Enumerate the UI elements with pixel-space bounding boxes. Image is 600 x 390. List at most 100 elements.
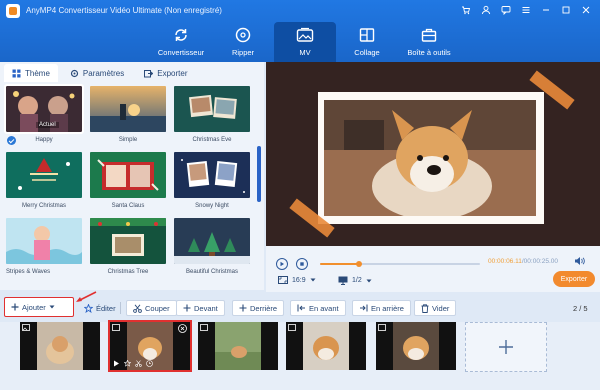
theme-card-snowy-night[interactable]: Snowy Night [174,152,250,218]
aspect-ratio-value: 16:9 [292,276,306,284]
export-button[interactable]: Exporter [553,271,595,287]
play-button[interactable] [276,258,288,270]
image-icon [200,324,208,331]
player-controls: 00:00:06.11/00:00:25.00 16:9 1/2 Exporte… [266,246,600,292]
nav-label: Ripper [231,48,255,57]
theme-thumbnail [6,218,82,264]
move-behind-label: En arrière [371,303,404,313]
add-button[interactable]: Ajouter [4,297,74,317]
nav-collage[interactable]: Collage [336,22,398,62]
tab-label: Paramètres [82,68,125,78]
theme-card-merry-christmas[interactable]: Merry Christmas [6,152,82,218]
nav-toolbox[interactable]: Boîte à outils [398,22,460,62]
backward-button[interactable]: Derrière [232,300,285,316]
collage-icon [359,26,375,44]
scissors-icon[interactable] [135,360,142,367]
grid-icon [12,69,21,77]
timeline-clip[interactable] [20,322,100,370]
convert-icon [173,26,189,44]
chevron-down-icon [310,278,316,282]
add-label: Ajouter [22,302,46,312]
maximize-icon[interactable] [556,2,576,18]
clip-timeline [0,320,600,390]
minimize-icon[interactable] [536,2,556,18]
theme-label: Santa Claus [111,203,145,209]
move-left-icon [297,304,305,312]
edit-label: Éditer [96,303,116,313]
clip-thumbnail [215,322,261,370]
cut-label: Couper [145,303,170,313]
title-bar: AnyMP4 Convertisseur Vidéo Ultimate (Non… [0,0,600,62]
clip-count: 2 / 5 [573,304,588,313]
progress-handle[interactable] [356,261,363,267]
theme-card-happy[interactable]: Actuel Happy [4,84,84,152]
volume-icon[interactable] [574,256,585,268]
tab-label: Thème [25,68,50,78]
timeline-clip[interactable] [286,322,366,370]
theme-panel: Thème Paramètres Exporter Actuel Happy S… [0,62,264,290]
empty-button[interactable]: Vider [414,300,457,316]
forward-button[interactable]: Devant [176,300,225,316]
timeline-clip-selected[interactable] [108,320,192,372]
aspect-ratio-select[interactable]: 16:9 [278,276,316,284]
nav-label: MV [299,48,311,57]
image-icon [378,324,386,331]
tab-settings[interactable]: Paramètres [62,64,132,82]
move-ahead-button[interactable]: En avant [290,300,346,316]
add-clip-button[interactable] [465,322,547,372]
theme-thumbnail [90,152,166,198]
timeline-clip[interactable] [198,322,278,370]
chat-icon[interactable] [496,2,516,18]
theme-thumbnail [174,218,250,264]
theme-label: Simple [118,137,138,143]
theme-grid: Actuel Happy Simple Christmas Eve Merry … [4,84,256,284]
toolbar-divider [120,302,121,314]
main-nav: Convertisseur Ripper MV Collage Boîte à … [150,22,460,62]
stop-icon [300,262,304,266]
theme-card-beautiful-christmas[interactable]: Beautiful Christmas [174,218,250,284]
tab-theme[interactable]: Thème [4,64,58,82]
star-edit-icon[interactable] [124,360,131,367]
theme-card-stripes-waves[interactable]: Stripes & Waves [6,218,82,284]
timeline-clip[interactable] [376,322,456,370]
plus-icon [183,304,191,312]
nav-convertisseur[interactable]: Convertisseur [150,22,212,62]
nav-ripper[interactable]: Ripper [212,22,274,62]
clip-thumbnail [37,322,83,370]
move-right-icon [360,304,368,312]
theme-card-simple[interactable]: Simple [90,86,166,152]
nav-mv[interactable]: MV [274,22,336,62]
move-behind-button[interactable]: En arrière [352,300,411,316]
theme-label: Stripes & Waves [6,269,51,275]
aspect-ratio-icon [278,276,288,284]
mv-icon [296,26,314,44]
theme-card-christmas-tree[interactable]: Christmas Tree [90,218,166,284]
window-controls [456,2,596,18]
image-icon [288,324,296,331]
preview-photo [324,100,536,216]
app-title: AnyMP4 Convertisseur Vidéo Ultimate (Non… [26,6,222,15]
close-icon[interactable] [576,2,596,18]
clock-icon[interactable] [146,360,153,367]
theme-thumbnail [90,218,166,264]
play-icon[interactable] [113,360,120,367]
menu-icon[interactable] [516,2,536,18]
user-icon[interactable] [476,2,496,18]
cut-button[interactable]: Couper [126,300,177,316]
scissors-icon [133,304,142,313]
theme-card-santa-claus[interactable]: Santa Claus [90,152,166,218]
current-time: 00:00:06.11 [488,258,522,265]
monitor-icon [338,276,348,285]
progress-fill [320,263,360,265]
stop-button[interactable] [296,258,308,270]
cart-icon[interactable] [456,2,476,18]
tab-export[interactable]: Exporter [136,64,195,82]
page-select[interactable]: 1/2 [338,276,372,285]
app-logo-icon [6,4,20,18]
progress-bar[interactable] [320,261,480,267]
theme-scrollbar[interactable] [257,146,261,202]
theme-thumbnail [6,152,82,198]
total-time: /00:00:25.00 [521,258,559,265]
theme-card-christmas-eve[interactable]: Christmas Eve [174,86,250,152]
remove-clip-icon[interactable] [178,324,187,333]
